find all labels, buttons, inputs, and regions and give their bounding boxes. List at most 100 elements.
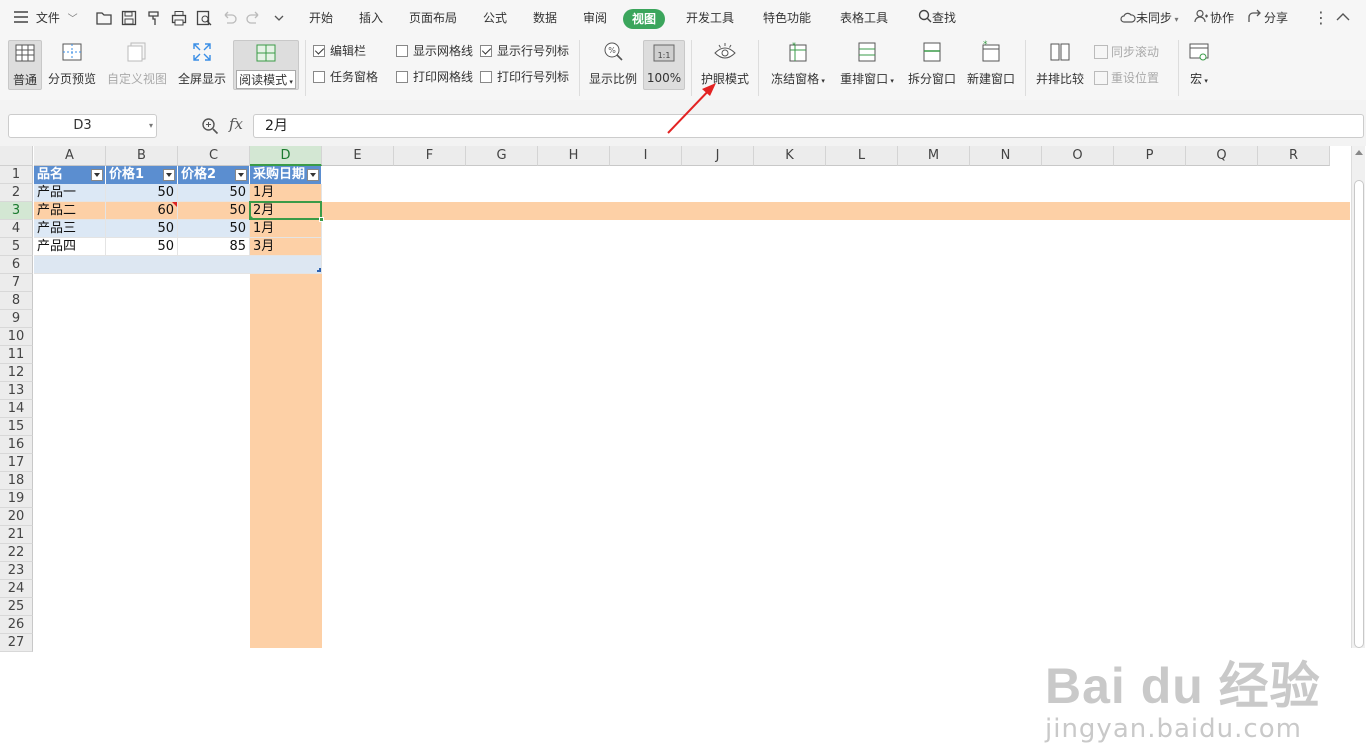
split-window-button[interactable]: 拆分窗口 bbox=[906, 40, 958, 90]
table-cell[interactable]: 产品二 bbox=[34, 202, 106, 220]
insert-function-button[interactable]: fx bbox=[229, 115, 243, 133]
table-cell[interactable]: 50 bbox=[178, 220, 250, 238]
row-header-2[interactable]: 2 bbox=[0, 184, 33, 202]
zoom-100-button[interactable]: 1:1 100% bbox=[643, 40, 685, 90]
tab-formula[interactable]: 公式 bbox=[483, 0, 507, 36]
row-header-22[interactable]: 22 bbox=[0, 544, 33, 562]
sync-status[interactable]: 未同步 ▾ bbox=[1120, 0, 1179, 36]
save-icon[interactable] bbox=[120, 9, 138, 27]
print-headers-checkbox[interactable]: 打印行号列标 bbox=[480, 68, 569, 86]
column-header-n[interactable]: N bbox=[970, 146, 1042, 166]
row-header-3[interactable]: 3 bbox=[0, 202, 33, 220]
table-cell[interactable]: 50 bbox=[178, 202, 250, 220]
tab-review[interactable]: 审阅 bbox=[583, 0, 607, 36]
page-break-preview-button[interactable]: 分页预览 bbox=[47, 40, 97, 90]
row-header-27[interactable]: 27 bbox=[0, 634, 33, 652]
row-header-19[interactable]: 19 bbox=[0, 490, 33, 508]
row-header-21[interactable]: 21 bbox=[0, 526, 33, 544]
tab-start[interactable]: 开始 bbox=[309, 0, 333, 36]
task-pane-checkbox[interactable]: 任务窗格 bbox=[313, 68, 378, 86]
tab-special-features[interactable]: 特色功能 bbox=[763, 0, 811, 36]
print-icon[interactable] bbox=[170, 9, 188, 27]
collapse-ribbon-icon[interactable] bbox=[1336, 0, 1350, 36]
reading-mode-button[interactable]: 阅读模式 ▾ bbox=[233, 40, 299, 90]
share-button[interactable]: 分享 bbox=[1248, 0, 1288, 36]
row-header-18[interactable]: 18 bbox=[0, 472, 33, 490]
row-header-16[interactable]: 16 bbox=[0, 436, 33, 454]
row-header-17[interactable]: 17 bbox=[0, 454, 33, 472]
file-menu[interactable]: 文件 ﹀ bbox=[14, 0, 78, 36]
tab-data[interactable]: 数据 bbox=[533, 0, 557, 36]
sync-scroll-button[interactable]: 同步滚动 bbox=[1094, 43, 1159, 61]
row-header-13[interactable]: 13 bbox=[0, 382, 33, 400]
edit-bar-checkbox[interactable]: 编辑栏 bbox=[313, 42, 366, 60]
table-cell[interactable]: 50 bbox=[106, 184, 178, 202]
row-header-24[interactable]: 24 bbox=[0, 580, 33, 598]
table-empty-row[interactable] bbox=[34, 256, 322, 274]
table-cell[interactable]: 50 bbox=[178, 184, 250, 202]
table-cell[interactable]: 1月 bbox=[250, 184, 322, 202]
table-header-cell[interactable]: 品名 bbox=[34, 166, 106, 184]
row-header-25[interactable]: 25 bbox=[0, 598, 33, 616]
rearrange-windows-button[interactable]: 重排窗口 ▾ bbox=[837, 40, 897, 90]
name-box[interactable]: D3 ▾ bbox=[8, 114, 157, 138]
normal-view-button[interactable]: 普通 bbox=[8, 40, 42, 90]
format-painter-icon[interactable] bbox=[145, 9, 163, 27]
row-header-23[interactable]: 23 bbox=[0, 562, 33, 580]
fill-handle[interactable] bbox=[319, 217, 324, 222]
filter-dropdown-icon[interactable] bbox=[235, 169, 247, 181]
open-icon[interactable] bbox=[95, 9, 113, 27]
tab-page-layout[interactable]: 页面布局 bbox=[409, 0, 457, 36]
table-cell[interactable]: 产品四 bbox=[34, 238, 106, 256]
table-cell[interactable]: 3月 bbox=[250, 238, 322, 256]
print-preview-icon[interactable] bbox=[195, 9, 213, 27]
table-header-cell[interactable]: 价格2 bbox=[178, 166, 250, 184]
zoom-ratio-button[interactable]: % 显示比例 bbox=[587, 40, 639, 90]
scrollbar-thumb[interactable] bbox=[1354, 180, 1364, 648]
table-cell[interactable]: 85 bbox=[178, 238, 250, 256]
collaborate-button[interactable]: 协作 bbox=[1194, 0, 1234, 36]
column-header-m[interactable]: M bbox=[898, 146, 970, 166]
column-header-b[interactable]: B bbox=[106, 146, 178, 166]
vertical-scrollbar[interactable] bbox=[1351, 146, 1365, 648]
filter-dropdown-icon[interactable] bbox=[91, 169, 103, 181]
scroll-up-icon[interactable] bbox=[1355, 150, 1363, 155]
redo-icon[interactable] bbox=[245, 9, 263, 27]
zoom-icon[interactable] bbox=[201, 117, 219, 135]
freeze-panes-button[interactable]: * 冻结窗格 ▾ bbox=[768, 40, 828, 90]
show-headers-checkbox[interactable]: 显示行号列标 bbox=[480, 42, 569, 60]
table-resize-handle[interactable] bbox=[317, 268, 321, 272]
column-header-a[interactable]: A bbox=[34, 146, 106, 166]
column-header-j[interactable]: J bbox=[682, 146, 754, 166]
side-by-side-button[interactable]: 并排比较 bbox=[1034, 40, 1086, 90]
row-header-4[interactable]: 4 bbox=[0, 220, 33, 238]
filter-dropdown-icon[interactable] bbox=[307, 169, 319, 181]
show-gridlines-checkbox[interactable]: 显示网格线 bbox=[396, 42, 473, 60]
select-all-corner[interactable] bbox=[0, 146, 33, 166]
tab-view[interactable]: 视图 bbox=[623, 9, 666, 29]
column-header-q[interactable]: Q bbox=[1186, 146, 1258, 166]
search-button[interactable]: 查找 bbox=[918, 0, 956, 36]
row-header-5[interactable]: 5 bbox=[0, 238, 33, 256]
active-cell-border[interactable] bbox=[249, 201, 322, 220]
row-header-12[interactable]: 12 bbox=[0, 364, 33, 382]
row-header-15[interactable]: 15 bbox=[0, 418, 33, 436]
tab-developer[interactable]: 开发工具 bbox=[686, 0, 734, 36]
column-header-r[interactable]: R bbox=[1258, 146, 1330, 166]
new-window-button[interactable]: * 新建窗口 bbox=[965, 40, 1017, 90]
tab-table-tools[interactable]: 表格工具 bbox=[840, 0, 888, 36]
table-cell[interactable]: 60 bbox=[106, 202, 178, 220]
eye-protection-button[interactable]: 护眼模式 bbox=[699, 40, 751, 90]
row-header-9[interactable]: 9 bbox=[0, 310, 33, 328]
reset-position-button[interactable]: 重设位置 bbox=[1094, 69, 1159, 87]
row-header-8[interactable]: 8 bbox=[0, 292, 33, 310]
formula-input[interactable]: 2月 bbox=[253, 114, 1364, 138]
customize-quickbar-icon[interactable] bbox=[270, 9, 288, 27]
fullscreen-button[interactable]: 全屏显示 bbox=[177, 40, 227, 90]
column-header-l[interactable]: L bbox=[826, 146, 898, 166]
tab-insert[interactable]: 插入 bbox=[359, 0, 383, 36]
column-header-p[interactable]: P bbox=[1114, 146, 1186, 166]
column-header-d[interactable]: D bbox=[250, 146, 322, 166]
column-header-i[interactable]: I bbox=[610, 146, 682, 166]
table-cell[interactable]: 1月 bbox=[250, 220, 322, 238]
